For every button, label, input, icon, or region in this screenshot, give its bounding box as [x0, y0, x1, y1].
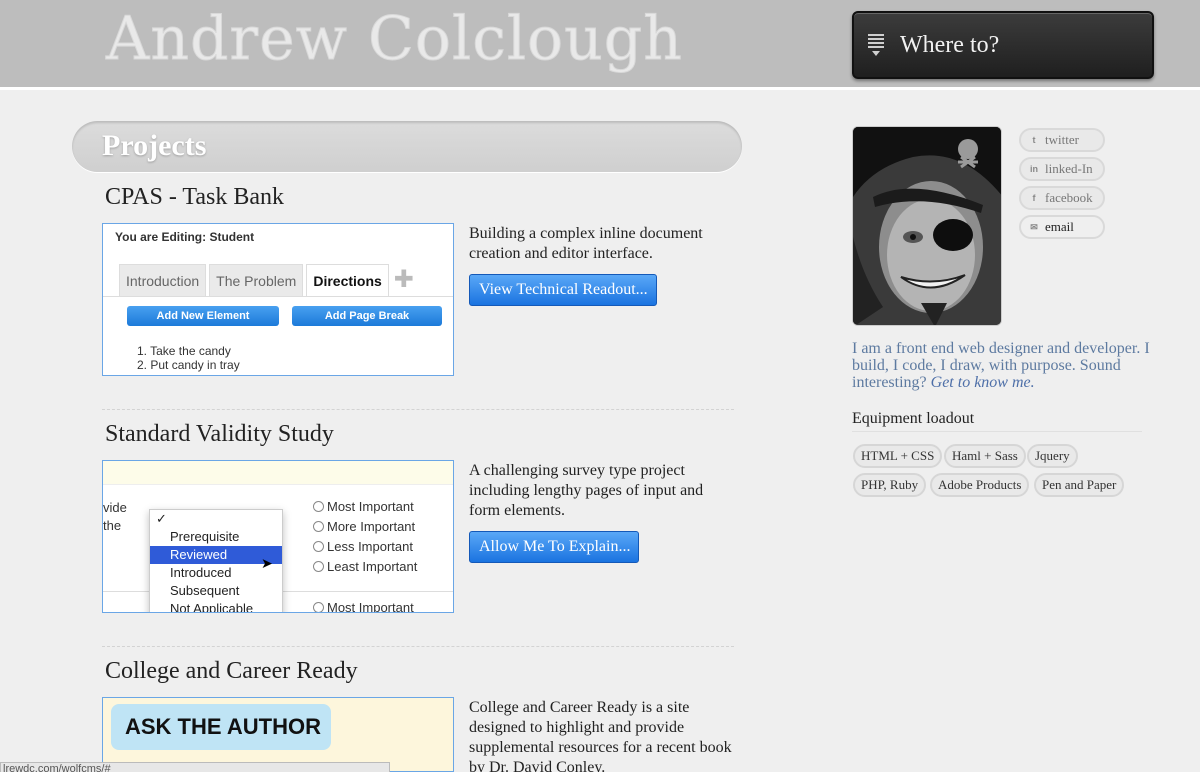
email-icon: ✉ — [1030, 222, 1038, 232]
linkedin-link[interactable]: in linked-In — [1019, 157, 1105, 181]
radio-icon — [313, 521, 324, 532]
project-description: A challenging survey type project includ… — [469, 462, 704, 519]
email-link[interactable]: ✉ email — [1019, 215, 1105, 239]
social-label: linked-In — [1045, 161, 1093, 176]
allow-me-to-explain-button[interactable]: Allow Me To Explain... — [469, 531, 639, 563]
radio-option: Least Important — [313, 559, 417, 574]
thumb-add-page-button: Add Page Break — [292, 306, 442, 326]
menu-item: Not Applicable — [170, 601, 254, 613]
site-title[interactable]: Andrew Colclough — [106, 4, 683, 75]
project-thumbnail-ccr[interactable]: ASK THE AUTHOR — [102, 697, 454, 772]
radio-option: Less Important — [313, 539, 413, 554]
thumb-tab: Introduction — [119, 264, 207, 296]
radio-label: Most Important — [327, 499, 414, 514]
plus-icon: ✚ — [393, 266, 414, 293]
twitter-link[interactable]: t twitter — [1019, 128, 1105, 152]
thumb-tab: The Problem — [209, 264, 304, 296]
thumb-tab-active: Directions — [306, 264, 389, 296]
thumb-list: 1. Take the candy 2. Put candy in tray — [137, 344, 240, 372]
social-label: twitter — [1045, 132, 1079, 147]
divider — [102, 409, 734, 410]
radio-icon — [313, 501, 324, 512]
project-thumbnail-cpas[interactable]: You are Editing: Student Introduction Th… — [102, 223, 454, 376]
thumb-text: vide the — [103, 499, 127, 535]
site-header: Andrew Colclough Where to? — [0, 0, 1200, 90]
radio-label: Least Important — [327, 559, 418, 574]
social-label: email — [1045, 219, 1074, 234]
list-menu-icon — [868, 32, 884, 58]
project-thumbnail-validity[interactable]: vide the Most Important More Important L… — [102, 460, 454, 613]
thumb-text-line: vide — [103, 500, 127, 515]
menu-item: Prerequisite — [170, 529, 240, 544]
equipment-title: Equipment loadout — [852, 410, 975, 427]
skill-tag: Adobe Products — [930, 473, 1030, 497]
thumb-top-bar — [103, 461, 453, 485]
avatar — [852, 126, 1002, 326]
project-description: College and Career Ready is a site desig… — [469, 699, 732, 772]
projects-section-header: Projects — [72, 121, 742, 172]
radio-label: Less Important — [327, 539, 413, 554]
facebook-icon: f — [1032, 193, 1036, 203]
facebook-link[interactable]: f facebook — [1019, 186, 1105, 210]
pirate-portrait-image — [853, 127, 1001, 325]
get-to-know-me-link[interactable]: Get to know me. — [931, 374, 1035, 391]
browser-status-bar: lrewdc.com/wolfcms/# — [0, 762, 390, 772]
project-title: College and Career Ready — [105, 658, 358, 684]
menu-item: Subsequent — [170, 583, 240, 598]
twitter-icon: t — [1032, 135, 1036, 145]
divider — [102, 646, 734, 647]
ask-the-author-bubble: ASK THE AUTHOR — [111, 704, 331, 750]
radio-label: More Important — [327, 519, 416, 534]
skill-tag: Pen and Paper — [1034, 473, 1125, 497]
thumb-text-line: the — [103, 518, 122, 533]
skill-tag: PHP, Ruby — [853, 473, 927, 497]
section-title: Projects — [102, 129, 207, 162]
divider — [852, 431, 1142, 432]
project-title: CPAS - Task Bank — [105, 184, 285, 210]
project-description: Building a complex inline document creat… — [469, 225, 703, 262]
skill-tag: Haml + Sass — [944, 444, 1026, 468]
radio-option: Most Important — [313, 499, 414, 514]
linkedin-icon: in — [1030, 164, 1038, 174]
view-technical-readout-button[interactable]: View Technical Readout... — [469, 274, 657, 306]
list-item: 2. Put candy in tray — [137, 358, 240, 372]
menu-item: ✓ — [156, 511, 167, 526]
nav-label: Where to? — [900, 31, 1000, 58]
radio-icon — [313, 541, 324, 552]
radio-icon — [313, 561, 324, 572]
thumb-add-element-button: Add New Element — [127, 306, 279, 326]
radio-label: Most Important — [327, 600, 414, 613]
editing-label: You are Editing: Student — [115, 230, 255, 244]
cursor-icon: ➤ — [261, 555, 273, 571]
social-label: facebook — [1045, 190, 1093, 205]
list-item: 1. Take the candy — [137, 344, 231, 358]
radio-option: Most Important — [313, 600, 414, 613]
project-title: Standard Validity Study — [105, 421, 334, 447]
where-to-nav-button[interactable]: Where to? — [852, 11, 1154, 79]
skill-tag: Jquery — [1027, 444, 1078, 468]
bio: I am a front end web designer and develo… — [852, 340, 1152, 391]
skill-tag: HTML + CSS — [853, 444, 943, 468]
divider — [103, 296, 453, 297]
thumb-tabs: Introduction The Problem Directions ✚ — [119, 264, 416, 296]
radio-option: More Important — [313, 519, 415, 534]
radio-icon — [313, 602, 324, 612]
